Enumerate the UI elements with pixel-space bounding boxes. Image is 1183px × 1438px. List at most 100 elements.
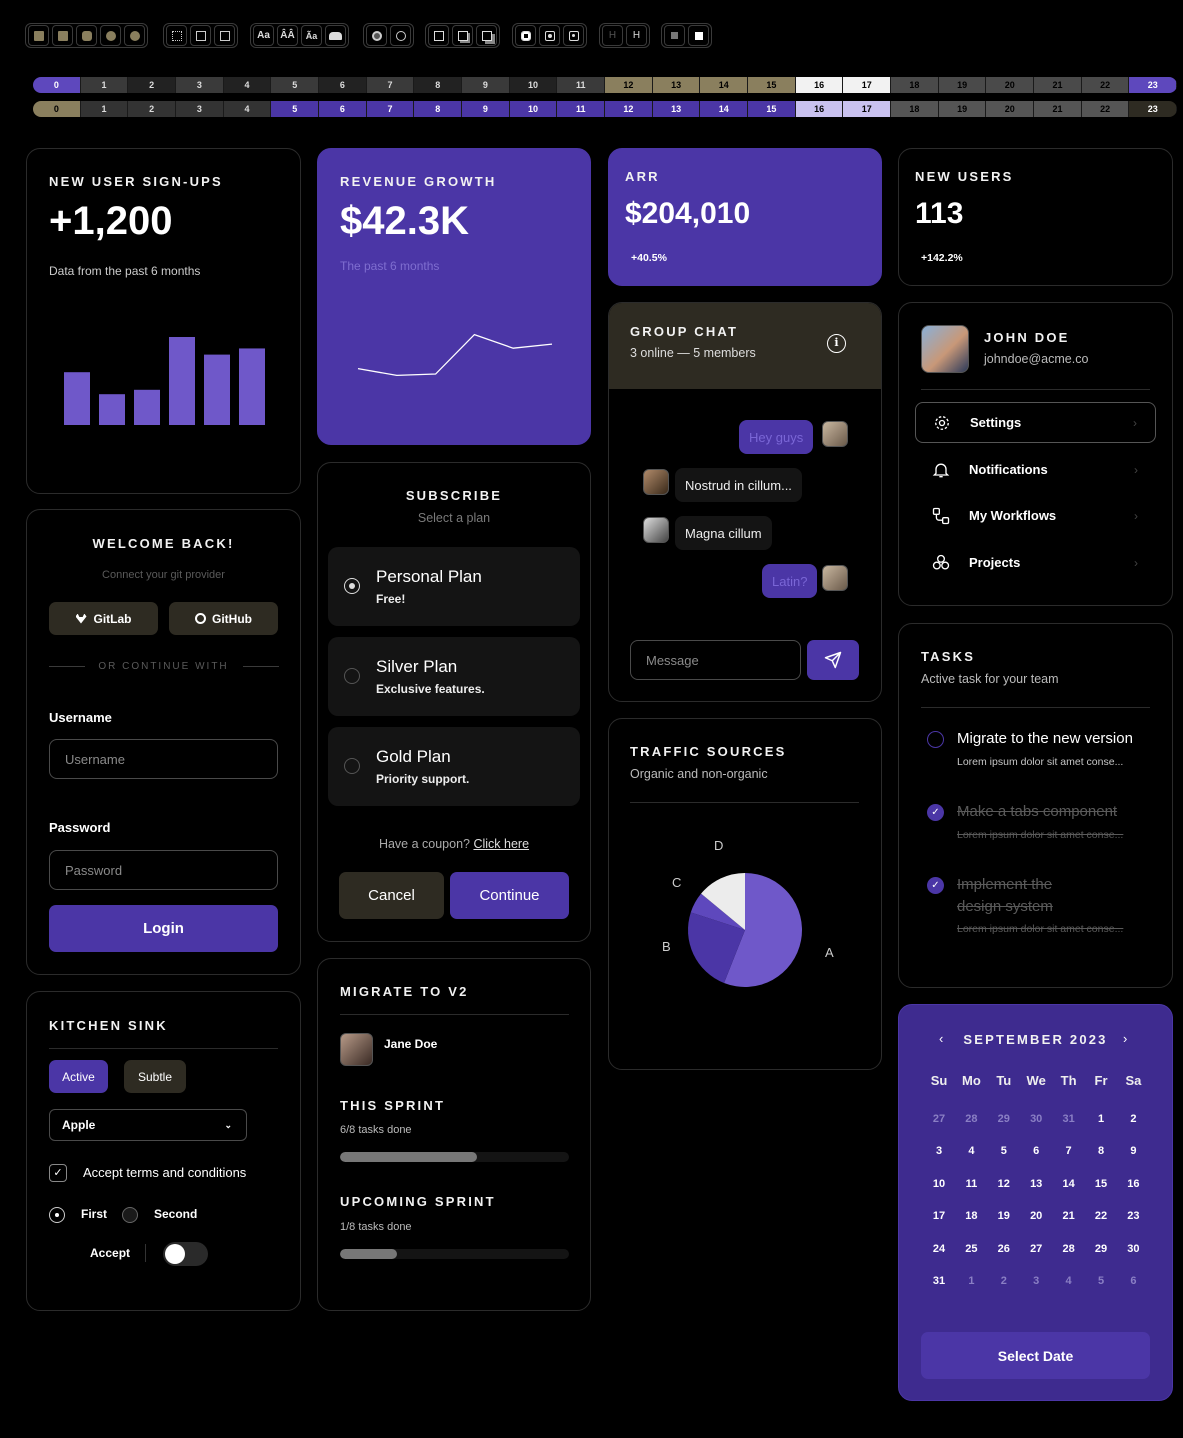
send-button[interactable] <box>807 640 859 680</box>
scale-step[interactable]: 22 <box>1081 77 1130 93</box>
radio[interactable] <box>344 668 360 684</box>
task-checkbox[interactable] <box>927 731 944 748</box>
scale-step[interactable]: 8 <box>414 77 463 93</box>
password-input[interactable]: Password <box>49 850 278 890</box>
calendar-day[interactable]: 27 <box>1020 1243 1052 1255</box>
calendar-day[interactable]: 27 <box>923 1113 955 1125</box>
calendar-day[interactable]: 7 <box>1053 1145 1085 1157</box>
scale-step[interactable]: 21 <box>1034 77 1082 93</box>
calendar-day[interactable]: 29 <box>988 1113 1020 1125</box>
info-icon[interactable]: i <box>827 334 846 353</box>
calendar-day[interactable]: 30 <box>1020 1113 1052 1125</box>
github-button[interactable]: GitHub <box>169 602 278 635</box>
border-option-1[interactable] <box>166 25 187 46</box>
calendar-day[interactable]: 18 <box>955 1210 987 1222</box>
calendar-day[interactable]: 2 <box>988 1275 1020 1287</box>
calendar-day[interactable]: 31 <box>923 1275 955 1287</box>
scale-step[interactable]: 12 <box>605 77 653 93</box>
scale-step[interactable]: 5 <box>271 101 320 117</box>
scale-step[interactable]: 8 <box>414 101 463 117</box>
radio[interactable] <box>344 758 360 774</box>
scale-step[interactable]: 17 <box>843 101 892 117</box>
border-option-2[interactable] <box>190 25 211 46</box>
active-button[interactable]: Active <box>49 1060 108 1093</box>
scale-step[interactable]: 19 <box>938 101 987 117</box>
scale-step[interactable]: 0 <box>33 101 81 117</box>
inset-option-2[interactable] <box>539 25 560 46</box>
scale-step[interactable]: 21 <box>1034 101 1082 117</box>
scale-step[interactable]: 3 <box>176 77 224 93</box>
calendar-day[interactable]: 1 <box>1085 1113 1117 1125</box>
calendar-day[interactable]: 23 <box>1117 1210 1149 1222</box>
scale-step[interactable]: 16 <box>795 77 844 93</box>
scale-step[interactable]: 22 <box>1081 101 1130 117</box>
scale-step[interactable]: 23 <box>1129 77 1177 93</box>
scale-step[interactable]: 15 <box>748 77 796 93</box>
accept-switch[interactable] <box>163 1242 208 1266</box>
coupon-link[interactable]: Click here <box>473 837 529 851</box>
font-option-1[interactable]: Aa <box>253 25 274 46</box>
scale-step[interactable]: 15 <box>748 101 796 117</box>
scale-step[interactable]: 9 <box>462 101 510 117</box>
calendar-day[interactable]: 3 <box>1020 1275 1052 1287</box>
fill-option-5[interactable] <box>124 25 145 46</box>
inset-option-1[interactable] <box>515 25 536 46</box>
calendar-day[interactable]: 1 <box>955 1275 987 1287</box>
scale-step[interactable]: 20 <box>986 101 1035 117</box>
subtle-button[interactable]: Subtle <box>124 1060 186 1093</box>
scale-step[interactable]: 13 <box>652 101 701 117</box>
scale-step[interactable]: 14 <box>700 101 749 117</box>
radius-option-1[interactable] <box>366 25 387 46</box>
shadow-option-1[interactable] <box>428 25 449 46</box>
radio-first[interactable] <box>49 1207 65 1223</box>
calendar-day[interactable]: 5 <box>1085 1275 1117 1287</box>
fruit-select[interactable]: Apple ⌄ <box>49 1109 247 1141</box>
scale-step[interactable]: 9 <box>462 77 510 93</box>
menu-item-settings[interactable]: Settings › <box>915 402 1156 443</box>
calendar-day[interactable]: 31 <box>1053 1113 1085 1125</box>
calendar-day[interactable]: 28 <box>1053 1243 1085 1255</box>
scale-step[interactable]: 3 <box>176 101 224 117</box>
scale-step[interactable]: 11 <box>557 77 606 93</box>
scale-step[interactable]: 6 <box>319 101 367 117</box>
heading-option-2[interactable]: H <box>626 25 647 46</box>
next-month-icon[interactable]: › <box>1123 1031 1127 1046</box>
terms-checkbox[interactable]: ✓ <box>49 1164 67 1182</box>
calendar-day[interactable]: 6 <box>1020 1145 1052 1157</box>
username-input[interactable]: Username <box>49 739 278 779</box>
calendar-day[interactable]: 4 <box>955 1145 987 1157</box>
radius-option-2[interactable] <box>390 25 411 46</box>
calendar-day[interactable]: 3 <box>923 1145 955 1157</box>
gitlab-button[interactable]: GitLab <box>49 602 158 635</box>
calendar-day[interactable]: 24 <box>923 1243 955 1255</box>
calendar-day[interactable]: 10 <box>923 1178 955 1190</box>
scale-step[interactable]: 11 <box>557 101 606 117</box>
calendar-day[interactable]: 5 <box>988 1145 1020 1157</box>
shadow-option-2[interactable] <box>452 25 473 46</box>
calendar-day[interactable]: 19 <box>988 1210 1020 1222</box>
scale-step[interactable]: 17 <box>843 77 892 93</box>
font-option-3[interactable]: Ãa <box>301 25 322 46</box>
calendar-day[interactable]: 17 <box>923 1210 955 1222</box>
scale-step[interactable]: 14 <box>700 77 749 93</box>
calendar-day[interactable]: 8 <box>1085 1145 1117 1157</box>
calendar-day[interactable]: 12 <box>988 1178 1020 1190</box>
menu-item-projects[interactable]: Projects › <box>915 542 1156 583</box>
fill-option-4[interactable] <box>100 25 121 46</box>
calendar-day[interactable]: 29 <box>1085 1243 1117 1255</box>
radio-selected[interactable] <box>344 578 360 594</box>
calendar-day[interactable]: 15 <box>1085 1178 1117 1190</box>
login-button[interactable]: Login <box>49 905 278 952</box>
scale-step[interactable]: 7 <box>366 77 415 93</box>
calendar-day[interactable]: 21 <box>1053 1210 1085 1222</box>
message-input[interactable]: Message <box>630 640 801 680</box>
scale-step[interactable]: 12 <box>605 101 653 117</box>
scale-step[interactable]: 20 <box>986 77 1035 93</box>
border-option-3[interactable] <box>214 25 235 46</box>
fill-option-3[interactable] <box>76 25 97 46</box>
plan-silver[interactable]: Silver Plan Exclusive features. <box>328 637 580 716</box>
scale-step[interactable]: 1 <box>80 101 129 117</box>
scale-step[interactable]: 19 <box>938 77 987 93</box>
check-icon[interactable]: ✓ <box>927 877 944 894</box>
calendar-day[interactable]: 28 <box>955 1113 987 1125</box>
